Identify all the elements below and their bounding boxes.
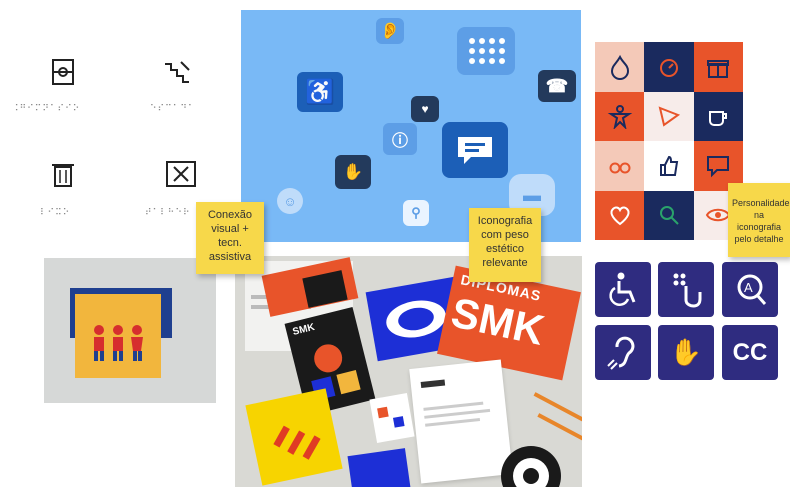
moodboard-canvas: { "stickies": [ "Conexão visual + tecn. … xyxy=(0,0,790,487)
pizza-slice-icon xyxy=(644,91,694,141)
ear-icon: 👂 xyxy=(376,18,404,44)
wheelchair-icon: ♿ xyxy=(297,72,343,112)
sticky-note: Conexão visual + tecn. assistiva xyxy=(196,202,264,274)
person-icon xyxy=(595,91,645,141)
coffee-cup-icon xyxy=(693,91,743,141)
svg-text:A: A xyxy=(744,280,753,295)
heart-speech-icon: ♥ xyxy=(411,96,439,122)
rays-icon xyxy=(273,425,321,460)
chat-bubble-icon xyxy=(442,122,508,178)
small-card xyxy=(369,393,415,443)
heart-icon xyxy=(595,190,645,240)
blue-envelope xyxy=(347,448,411,487)
stairs-icon xyxy=(165,61,190,83)
yellow-card xyxy=(245,388,343,486)
wheelchair-icon xyxy=(595,262,651,317)
gift-icon xyxy=(693,42,743,92)
keypad-icon xyxy=(457,27,515,75)
tty-phone-icon: ☎ xyxy=(538,70,576,102)
sign-language-icon: ✋ xyxy=(658,325,714,380)
sticky-note: Personalidade na iconografia pelo detalh… xyxy=(728,183,790,257)
letter-sheet xyxy=(409,359,513,484)
magnifier-icon xyxy=(644,190,694,240)
braille-label: ⠞⠁⠇⠓⠑⠗ xyxy=(145,208,191,218)
braille-label: ⠑⠎⠉⠁⠙⠁ xyxy=(150,104,196,114)
cutlery-icon xyxy=(166,161,196,187)
fire-icon xyxy=(595,42,645,92)
braille-label: ⠨⠛⠊⠍⠝⠁⠎⠊⠕ xyxy=(12,104,81,114)
hearing-loop-icon xyxy=(595,325,651,380)
zoom-text-icon: A xyxy=(722,262,778,317)
sticky-note: Iconografia com peso estético relevante xyxy=(469,208,541,282)
accessibility-person-icon: ☺ xyxy=(277,188,303,214)
alarm-clock-icon xyxy=(644,42,694,92)
thumbs-up-icon xyxy=(644,141,694,191)
trash-icon xyxy=(52,164,74,187)
restroom-figures-icon xyxy=(94,325,143,361)
sign-language-icon: ✋ xyxy=(335,155,371,189)
braille-label: ⠇⠊⠭⠕ xyxy=(40,208,71,218)
pencil xyxy=(533,392,582,424)
personality-icon-grid xyxy=(595,42,743,240)
sign-plate xyxy=(75,294,161,378)
court-icon xyxy=(52,59,74,85)
restroom-sign-photo xyxy=(44,258,216,403)
chat-glyph-icon xyxy=(458,137,492,164)
braille-touch-icon xyxy=(658,262,714,317)
info-icon: ⓘ xyxy=(383,123,417,155)
branding-flatlay-photo: SMK DIPLOMAS SMK xyxy=(235,256,582,487)
blind-person-icon: ⚲ xyxy=(403,200,429,226)
keypad-dots-icon xyxy=(469,38,505,64)
closed-captions-icon: CC xyxy=(722,325,778,380)
glasses-icon xyxy=(595,141,645,191)
